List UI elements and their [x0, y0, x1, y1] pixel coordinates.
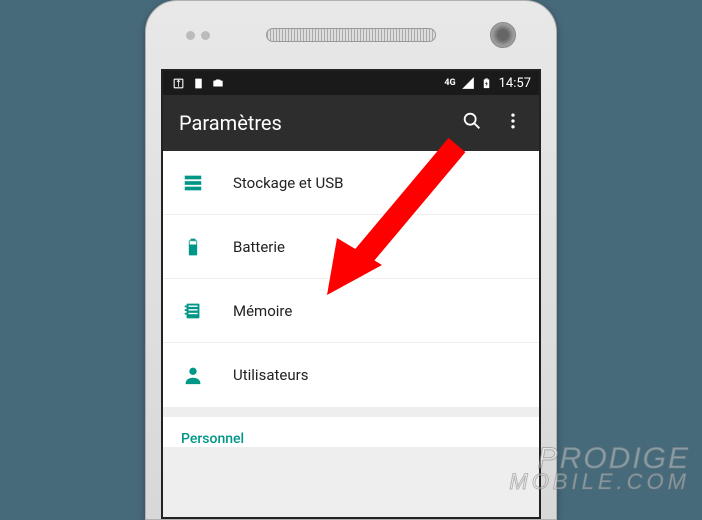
sensor-dots	[186, 31, 210, 40]
sim-icon	[191, 76, 205, 90]
settings-content: Stockage et USB Batterie Mémoire	[163, 151, 539, 517]
user-icon	[181, 363, 205, 387]
front-camera	[490, 22, 516, 48]
screen: 4G 14:57 Paramètres	[161, 69, 541, 519]
page-title: Paramètres	[179, 111, 282, 135]
settings-item-label: Stockage et USB	[233, 174, 344, 192]
battery-icon	[181, 235, 205, 259]
section-header-personal: Personnel	[163, 417, 539, 447]
search-icon[interactable]	[461, 110, 483, 136]
settings-item-label: Mémoire	[233, 302, 292, 320]
watermark: PRODIGE MOBILE.COM	[509, 445, 690, 492]
settings-item-memory[interactable]: Mémoire	[163, 279, 539, 343]
memory-icon	[181, 299, 205, 323]
battery-charging-icon	[480, 76, 494, 90]
screenshot-icon	[211, 76, 225, 90]
phone-bezel-top	[146, 1, 556, 69]
app-bar: Paramètres	[163, 95, 539, 151]
speaker-grille	[266, 28, 436, 42]
settings-item-battery[interactable]: Batterie	[163, 215, 539, 279]
settings-item-storage[interactable]: Stockage et USB	[163, 151, 539, 215]
settings-item-users[interactable]: Utilisateurs	[163, 343, 539, 407]
storage-icon	[181, 171, 205, 195]
settings-item-label: Batterie	[233, 238, 285, 256]
overflow-menu-icon[interactable]	[503, 111, 523, 135]
clock: 14:57	[499, 76, 531, 91]
phone-frame: 4G 14:57 Paramètres	[145, 0, 557, 520]
usb-icon	[171, 76, 185, 90]
status-bar: 4G 14:57	[163, 71, 539, 95]
signal-icon	[461, 76, 475, 90]
settings-item-label: Utilisateurs	[233, 366, 308, 384]
network-label: 4G	[444, 78, 455, 88]
